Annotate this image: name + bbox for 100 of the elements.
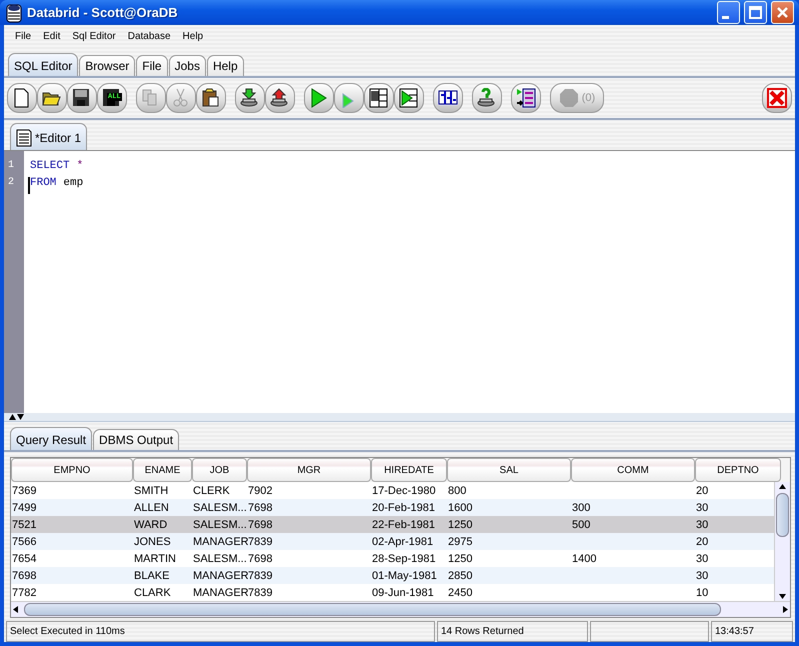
tab[interactable]: File [136,55,168,76]
menu-item[interactable]: Sql Editor [66,30,122,42]
column-header[interactable]: EMPNO [11,458,133,482]
tab[interactable]: Help [206,55,244,76]
export-button[interactable] [265,83,295,113]
scroll-left-icon [11,605,20,614]
editor-tab[interactable]: *Editor 1 [10,123,88,150]
table-cell-text: 10 [695,586,710,598]
table-cell-text: 1600 [447,502,474,514]
column-header[interactable]: COMM [571,458,695,482]
run-grid-button[interactable] [364,83,394,113]
table-cell-text: JONES [133,536,172,548]
table-cell-text: 7698 [247,552,274,564]
column-header[interactable]: SAL [447,458,571,482]
table-cell-text: 7654 [11,552,38,564]
tab[interactable]: Browser [79,55,136,76]
column-header[interactable]: ENAME [133,458,192,482]
table-cell-text: MARTIN [133,552,177,564]
table-cell-text: 30 [695,518,710,530]
table-cell-text: 7499 [11,502,38,514]
play-icon [309,88,329,108]
table-cell: MANAGER [192,570,247,582]
new-button[interactable] [7,83,37,113]
table-row[interactable]: 7566 JONES MANAGER7839 02-Apr-1981 2975 20 [11,533,774,550]
close-icon [776,6,789,19]
line-number: 2 [7,177,16,190]
paste-button[interactable] [196,83,226,113]
scroll-thumb[interactable] [24,603,721,616]
table-row[interactable]: 7499 ALLEN SALESM...7698 20-Feb-1981 1600 300 30 [11,499,774,516]
database-icon [5,2,23,22]
disk-down-icon [240,88,260,108]
table-cell-text: 17-Dec-1980 [371,484,437,496]
column-header[interactable]: JOB [192,458,247,482]
tab[interactable]: Jobs [168,55,206,76]
result-tab[interactable]: DBMS Output [93,429,180,450]
table-row[interactable]: 7369 SMITH CLERK 7902 17-Dec-1980 800 20 [11,482,774,499]
grid-icon [399,88,419,108]
row-count: 14 Rows Returned [437,621,588,642]
table-cell-text: 7839 [248,570,274,582]
open-button[interactable] [37,83,67,113]
code-token: emp [63,177,84,189]
table-cell-text: 7521 [11,518,38,530]
table-cell-text: 800 [447,484,468,496]
table-row[interactable]: 7782 CLARK MANAGER7839 09-Jun-1981 2450 10 [11,584,774,601]
table-cell-text: 30 [695,502,710,514]
table-cell-text: BLAKE [133,570,170,582]
import-button[interactable] [235,83,265,113]
table-cell-text: 28-Sep-1981 [371,552,437,564]
disk-up-icon [270,88,290,108]
batch-button[interactable] [511,83,541,113]
scroll-right-icon [781,605,790,614]
column-header[interactable]: MGR [247,458,371,482]
table-row[interactable]: 7654 MARTIN SALESM...7698 28-Sep-1981 1250 1400 30 [11,550,774,567]
menu-item[interactable]: File [9,30,38,42]
menu-item[interactable]: Help [176,30,210,42]
tab[interactable]: SQL Editor [8,53,78,76]
column-header[interactable]: HIREDATE [371,458,447,482]
table-cell-text: 20-Feb-1981 [371,502,436,514]
table-cell-text: 30 [695,570,710,582]
result-tab[interactable]: Query Result [10,427,92,450]
table-cell-text: 22-Feb-1981 [371,518,436,530]
table-row[interactable]: 7521 WARD SALESM...7698 22-Feb-1981 1250 500 30 [11,516,774,533]
menu-item[interactable]: Edit [37,30,66,42]
status-message: Select Executed in 110ms [6,621,435,642]
table-cell-text: SMITH [133,484,170,496]
table-cell-text: CLERK [192,484,231,496]
minimize-button[interactable] [717,1,740,24]
table-cell-text: 7566 [11,536,38,548]
table-cell-text: 7782 [11,586,38,598]
table-row[interactable]: 7698 BLAKE MANAGER7839 01-May-1981 2850 30 [11,567,774,584]
help-button[interactable] [472,83,502,113]
table-cell-text: 20 [695,484,710,496]
table-cell-text: 7698 [11,570,38,582]
scroll-thumb[interactable] [776,493,789,537]
format-button[interactable] [433,83,463,113]
column-header[interactable]: DEPTNO [695,458,781,482]
table-cell-text: 1250 [447,518,474,530]
close-button[interactable] [771,1,794,24]
disk-question-icon [477,88,497,108]
maximize-button[interactable] [744,1,767,24]
list-icon [516,88,536,108]
stop-icon [558,88,579,108]
menu-item[interactable]: Database [122,30,177,42]
window-title: Databrid - Scott@OraDB [27,5,179,20]
table-cell-text: CLARK [133,586,172,598]
table-cell-text: 1250 [447,552,474,564]
table-cell-text: 30 [695,552,710,564]
table-cell-text: 300 [571,502,592,514]
table-cell: MANAGER [192,536,247,548]
table-cell: MANAGER [192,586,247,598]
run-button[interactable] [304,83,334,113]
table-cell-text: WARD [133,518,168,530]
close-editor-button[interactable] [762,83,792,113]
run-all-button[interactable] [394,83,424,113]
minimize-icon [722,16,729,19]
table-cell-text: 2975 [447,536,474,548]
table-cell-text: 02-Apr-1981 [371,536,434,548]
table-cell-text: 01-May-1981 [371,570,438,582]
table-cell-text: 2850 [447,570,474,582]
save-button[interactable] [67,83,97,113]
